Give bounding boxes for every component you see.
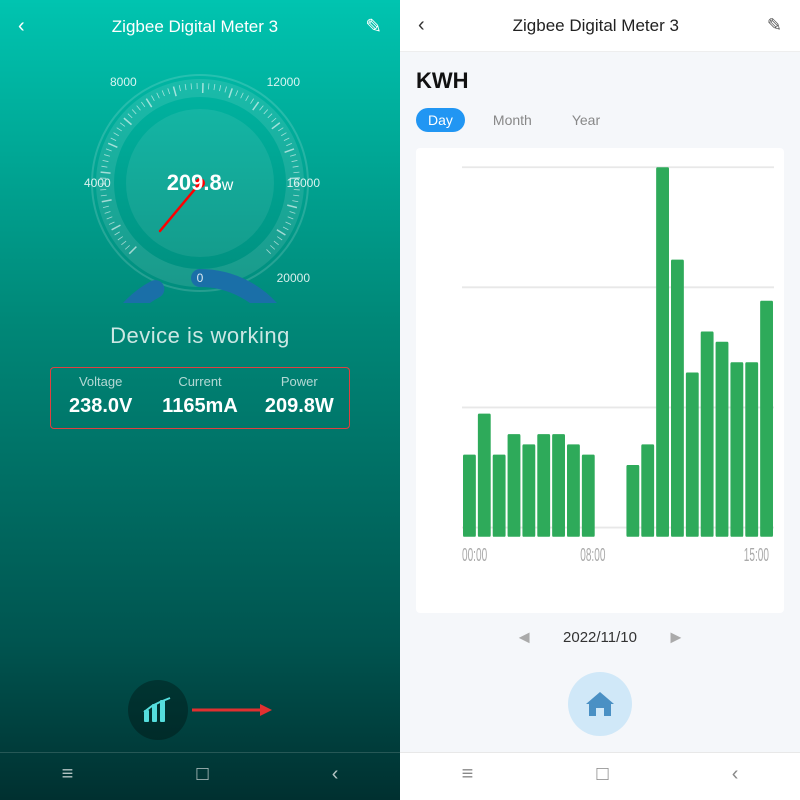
date-nav: ◄ 2022/11/10 ► [416, 613, 784, 662]
right-nav-menu[interactable]: ≡ [462, 763, 474, 786]
right-header-title: Zigbee Digital Meter 3 [513, 16, 679, 36]
power-value: 209.8W [250, 393, 349, 428]
tab-month[interactable]: Month [481, 108, 544, 132]
left-edit-button[interactable]: ✎ [365, 14, 382, 39]
left-header-title: Zigbee Digital Meter 3 [112, 17, 278, 37]
home-section [416, 662, 784, 752]
left-nav-back[interactable]: ‹ [332, 763, 339, 786]
left-bottom-nav: ≡ □ ‹ [0, 752, 400, 800]
right-bottom-nav: ≡ □ ‹ [400, 752, 800, 800]
gauge-container: 209.8w 0 4000 8000 12000 16000 20000 [80, 63, 320, 303]
right-panel: ‹ Zigbee Digital Meter 3 ✎ KWH Day Month… [400, 0, 800, 800]
left-nav-menu[interactable]: ≡ [62, 763, 74, 786]
chart-icon [142, 696, 174, 724]
svg-text:00:00: 00:00 [462, 546, 487, 566]
date-next-button[interactable]: ► [667, 627, 685, 648]
right-nav-back[interactable]: ‹ [732, 763, 739, 786]
left-panel: ‹ Zigbee Digital Meter 3 ✎ [0, 0, 400, 800]
stats-box: Voltage Current Power 238.0V 1165mA 209.… [50, 367, 350, 429]
right-header: ‹ Zigbee Digital Meter 3 ✎ [400, 0, 800, 52]
current-value: 1165mA [150, 393, 249, 428]
tabs-container: Day Month Year [416, 108, 784, 132]
right-content: KWH Day Month Year 0.360 0.240 0.120 0.0… [400, 52, 800, 752]
chart-area: 0.360 0.240 0.120 0.000 00:00 08:00 15:0… [416, 148, 784, 613]
current-header: Current [150, 368, 249, 393]
tab-year[interactable]: Year [560, 108, 612, 132]
right-back-button[interactable]: ‹ [418, 14, 425, 37]
right-nav-home[interactable]: □ [596, 763, 608, 786]
voltage-header: Voltage [51, 368, 150, 393]
chart-button[interactable] [128, 680, 188, 740]
date-value: 2022/11/10 [563, 629, 637, 646]
voltage-value: 238.0V [51, 393, 150, 428]
bar-chart: 0.360 0.240 0.120 0.000 00:00 08:00 15:0… [462, 158, 774, 583]
kwh-title: KWH [416, 68, 784, 94]
left-header: ‹ Zigbee Digital Meter 3 ✎ [0, 0, 400, 53]
gauge-svg [80, 63, 320, 303]
home-button[interactable] [568, 672, 632, 736]
left-nav-home[interactable]: □ [196, 763, 208, 786]
power-header: Power [250, 368, 349, 393]
home-icon [585, 690, 615, 718]
svg-text:15:00: 15:00 [744, 546, 769, 566]
right-edit-button[interactable]: ✎ [767, 15, 782, 36]
tab-day[interactable]: Day [416, 108, 465, 132]
svg-text:08:00: 08:00 [580, 546, 605, 566]
date-prev-button[interactable]: ◄ [515, 627, 533, 648]
left-back-button[interactable]: ‹ [18, 15, 25, 38]
red-arrow-icon [192, 701, 272, 719]
chart-arrow-container [128, 680, 272, 740]
device-status: Device is working [110, 323, 290, 349]
